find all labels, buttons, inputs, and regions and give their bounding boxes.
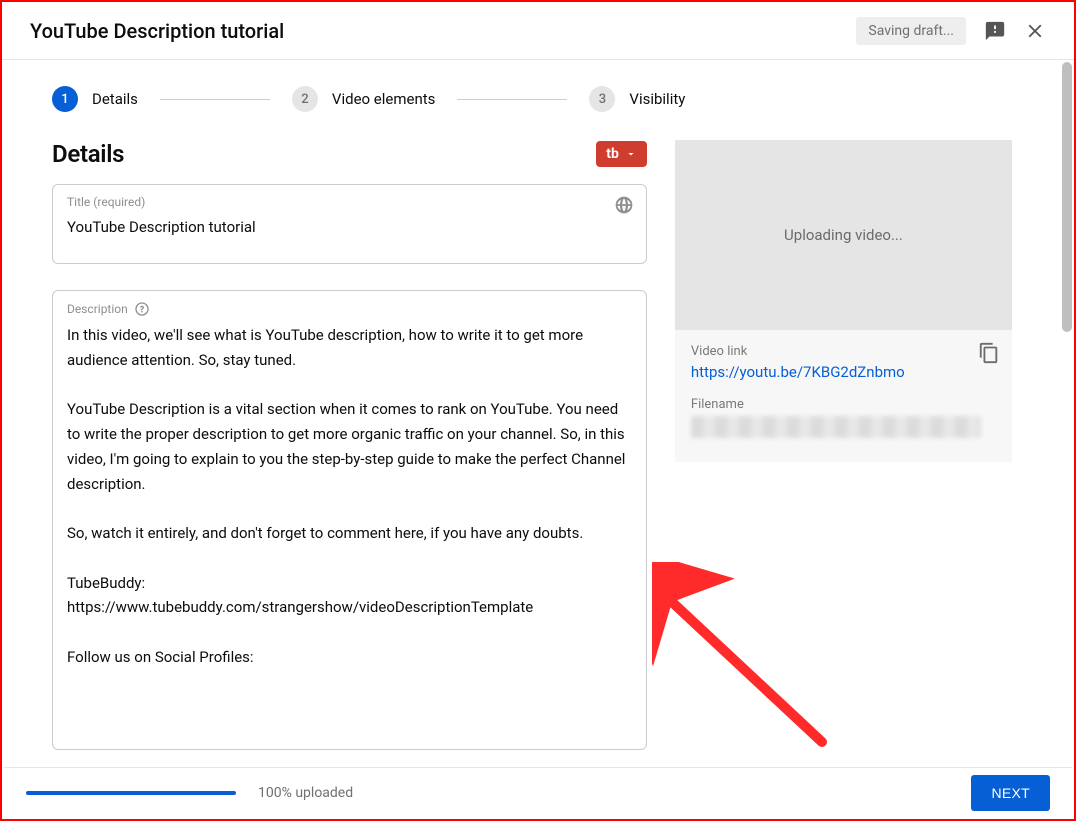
step-number: 2 [292,86,318,112]
video-link[interactable]: https://youtu.be/7KBG2dZnbmo [691,363,996,381]
step-label: Video elements [332,90,435,108]
title-field-label: Title (required) [67,195,632,209]
upload-progress-fill [26,791,236,795]
chevron-down-icon [625,148,637,160]
header-actions: Saving draft... [856,17,1046,45]
preview-column: Uploading video... Video link https://yo… [675,140,1012,767]
tubebuddy-dropdown[interactable]: tb [596,141,647,167]
details-column: Details tb Title (required) YouTube Desc… [52,140,647,767]
close-icon[interactable] [1024,20,1046,42]
step-divider [160,99,270,100]
saving-draft-badge: Saving draft... [856,17,966,45]
tubebuddy-label: tb [606,146,619,162]
upload-progress-text: 100% uploaded [258,785,353,801]
page-title: YouTube Description tutorial [30,19,284,43]
section-title: Details [52,140,124,168]
dialog-footer: 100% uploaded NEXT [4,767,1072,817]
step-details[interactable]: 1 Details [52,86,138,112]
step-number: 3 [589,86,615,112]
copy-link-icon[interactable] [978,342,1000,368]
step-label: Details [92,90,138,108]
stepper: 1 Details 2 Video elements 3 Visibility [52,86,1012,112]
step-visibility[interactable]: 3 Visibility [589,86,685,112]
video-preview-thumb: Uploading video... [675,140,1012,330]
step-label: Visibility [629,90,685,108]
video-link-label: Video link [691,344,996,359]
filename-label: Filename [691,397,996,412]
title-field[interactable]: Title (required) YouTube Description tut… [52,184,647,264]
step-video-elements[interactable]: 2 Video elements [292,86,435,112]
description-field[interactable]: Description In this video, we'll see wha… [52,290,647,750]
scrollbar-thumb[interactable] [1062,62,1072,332]
feedback-icon[interactable] [984,20,1006,42]
video-meta-panel: Video link https://youtu.be/7KBG2dZnbmo … [675,330,1012,462]
upload-progress-bar [26,791,236,795]
next-button[interactable]: NEXT [971,775,1050,811]
upload-status-text: Uploading video... [784,226,903,244]
filename-value-redacted [691,416,981,438]
help-icon[interactable] [134,301,150,317]
translate-icon[interactable] [614,195,634,219]
title-field-value: YouTube Description tutorial [67,215,632,240]
description-field-label: Description [67,301,632,317]
step-number: 1 [52,86,78,112]
upload-status: 100% uploaded [26,785,353,801]
dialog-header: YouTube Description tutorial Saving draf… [2,2,1074,60]
step-divider [457,99,567,100]
description-field-value: In this video, we'll see what is YouTube… [67,323,632,670]
dialog-content: 1 Details 2 Video elements 3 Visibility … [4,62,1060,767]
